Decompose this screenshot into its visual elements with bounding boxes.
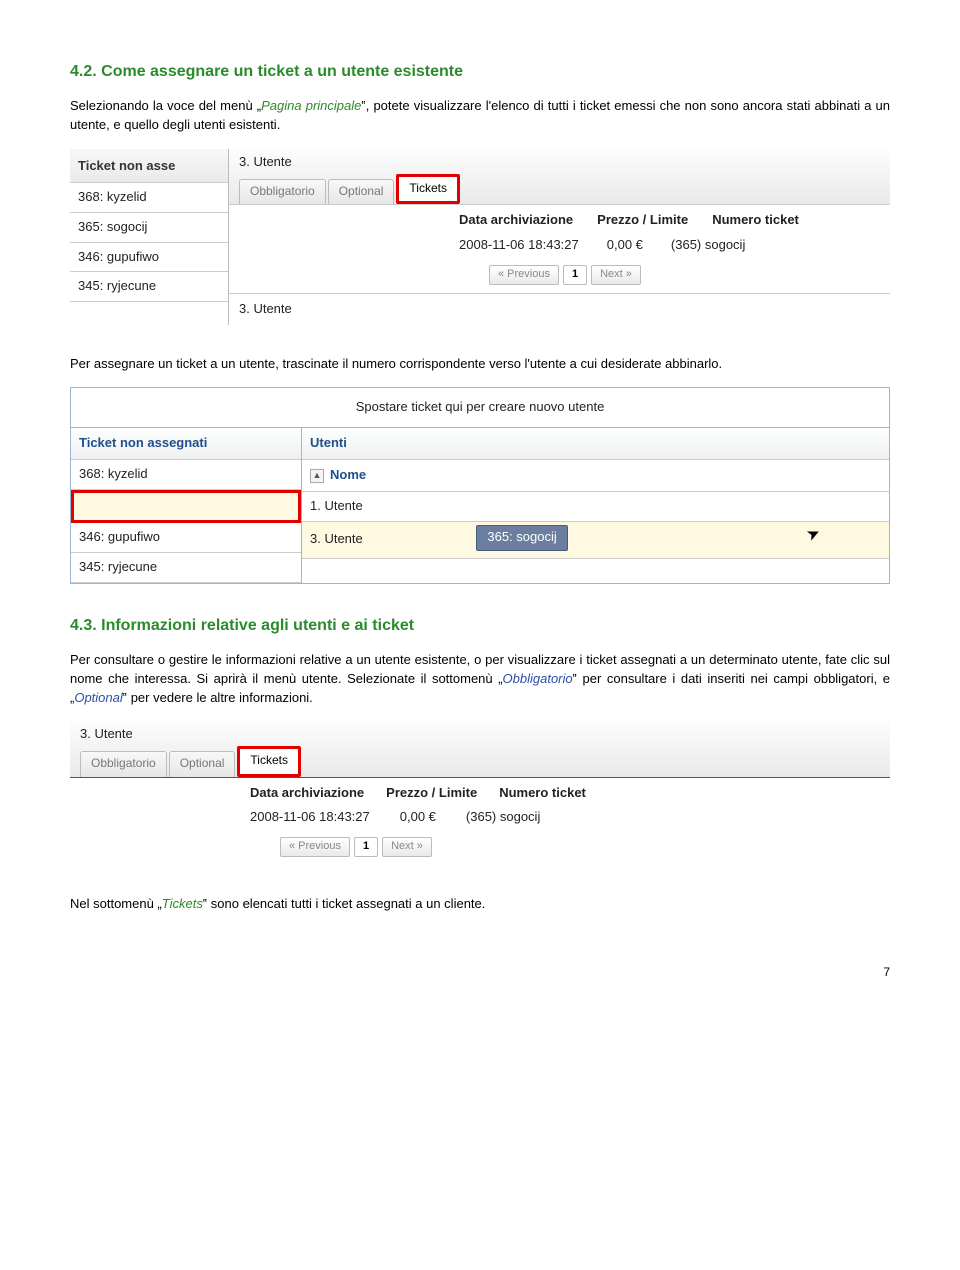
ticket-row[interactable]: 368: kyzelid [71, 460, 301, 490]
submenu-optional: Optional [74, 690, 122, 705]
pager-previous[interactable]: « Previous [280, 837, 350, 857]
col-data: Data archiviazione [459, 211, 573, 230]
user-header: 3. Utente [239, 153, 882, 172]
cell-prezzo: 0,00 € [607, 236, 643, 255]
sort-by-nome[interactable]: ▲ Nome [302, 460, 889, 492]
pager-current[interactable]: 1 [354, 837, 378, 857]
section-heading-43: 4.3. Informazioni relative agli utenti e… [70, 614, 890, 637]
tab-obbligatorio[interactable]: Obbligatorio [80, 751, 167, 776]
user-label: 3. Utente [310, 531, 363, 546]
tab-optional[interactable]: Optional [328, 179, 395, 204]
cell-data: 2008-11-06 18:43:27 [459, 236, 579, 255]
text: ‟ per vedere le altre informazioni. [123, 690, 313, 705]
user-row-drop-target[interactable]: 3. Utente 365: sogocij ➤ [302, 522, 889, 559]
drop-zone-hint[interactable]: Spostare ticket qui per creare nuovo ute… [71, 388, 889, 428]
ticket-data-row: 2008-11-06 18:43:27 0,00 € (365) sogocij [70, 806, 890, 833]
sec42-p1: Selezionando la voce del menù „Pagina pr… [70, 97, 890, 135]
sec42-p2: Per assegnare un ticket a un utente, tra… [70, 355, 890, 374]
nome-label: Nome [330, 466, 366, 485]
cell-data: 2008-11-06 18:43:27 [250, 808, 370, 827]
screenshot-2: Spostare ticket qui per creare nuovo ute… [70, 387, 890, 583]
ticket-row[interactable]: 365: sogocij [70, 213, 228, 243]
screenshot-3: 3. Utente Obbligatorio Optional Tickets … [70, 721, 890, 865]
user-row[interactable]: 3. Utente [229, 293, 890, 325]
submenu-obbligatorio: Obbligatorio [503, 671, 573, 686]
tab-tickets[interactable]: Tickets [396, 174, 460, 204]
ticket-data-row: 2008-11-06 18:43:27 0,00 € (365) sogocij [229, 234, 890, 261]
submenu-tickets: Tickets [162, 896, 203, 911]
user-header: 3. Utente [80, 725, 882, 744]
link-pagina-principale: Pagina principale [261, 98, 361, 113]
utenti-header: Utenti [302, 428, 889, 460]
footer-paragraph: Nel sottomenù „Tickets‟ sono elencati tu… [70, 895, 890, 914]
col-data: Data archiviazione [250, 784, 364, 803]
ticket-row-dragged[interactable] [71, 490, 301, 523]
pager-previous[interactable]: « Previous [489, 265, 559, 285]
ticket-non-assegnati-header: Ticket non asse [70, 149, 228, 183]
sec43-p1: Per consultare o gestire le informazioni… [70, 651, 890, 708]
pager-next[interactable]: Next » [382, 837, 432, 857]
ticket-non-assegnati-header: Ticket non assegnati [71, 428, 301, 460]
ticket-row[interactable]: 345: ryjecune [71, 553, 301, 583]
pager-current[interactable]: 1 [563, 265, 587, 285]
sort-asc-icon: ▲ [310, 469, 324, 483]
cell-numero: (365) sogocij [671, 236, 745, 255]
page-number: 7 [70, 964, 890, 981]
cell-numero: (365) sogocij [466, 808, 540, 827]
ticket-row[interactable]: 345: ryjecune [70, 272, 228, 302]
col-prezzo: Prezzo / Limite [386, 784, 477, 803]
pager-next[interactable]: Next » [591, 265, 641, 285]
col-numero: Numero ticket [712, 211, 799, 230]
tab-optional[interactable]: Optional [169, 751, 236, 776]
drag-chip[interactable]: 365: sogocij [476, 525, 567, 551]
col-prezzo: Prezzo / Limite [597, 211, 688, 230]
text: Selezionando la voce del menù „ [70, 98, 261, 113]
text: Nel sottomenù „ [70, 896, 162, 911]
tab-obbligatorio[interactable]: Obbligatorio [239, 179, 326, 204]
ticket-row[interactable]: 368: kyzelid [70, 183, 228, 213]
ticket-row[interactable]: 346: gupufiwo [71, 523, 301, 553]
cell-prezzo: 0,00 € [400, 808, 436, 827]
col-numero: Numero ticket [499, 784, 586, 803]
cursor-icon: ➤ [803, 521, 825, 548]
ticket-row[interactable]: 346: gupufiwo [70, 243, 228, 273]
tab-tickets[interactable]: Tickets [237, 746, 301, 776]
screenshot-1: Ticket non asse 368: kyzelid 365: sogoci… [70, 149, 890, 325]
section-heading-42: 4.2. Come assegnare un ticket a un utent… [70, 60, 890, 83]
user-row[interactable]: 1. Utente [302, 492, 889, 522]
text: ‟ sono elencati tutti i ticket assegnati… [203, 896, 486, 911]
